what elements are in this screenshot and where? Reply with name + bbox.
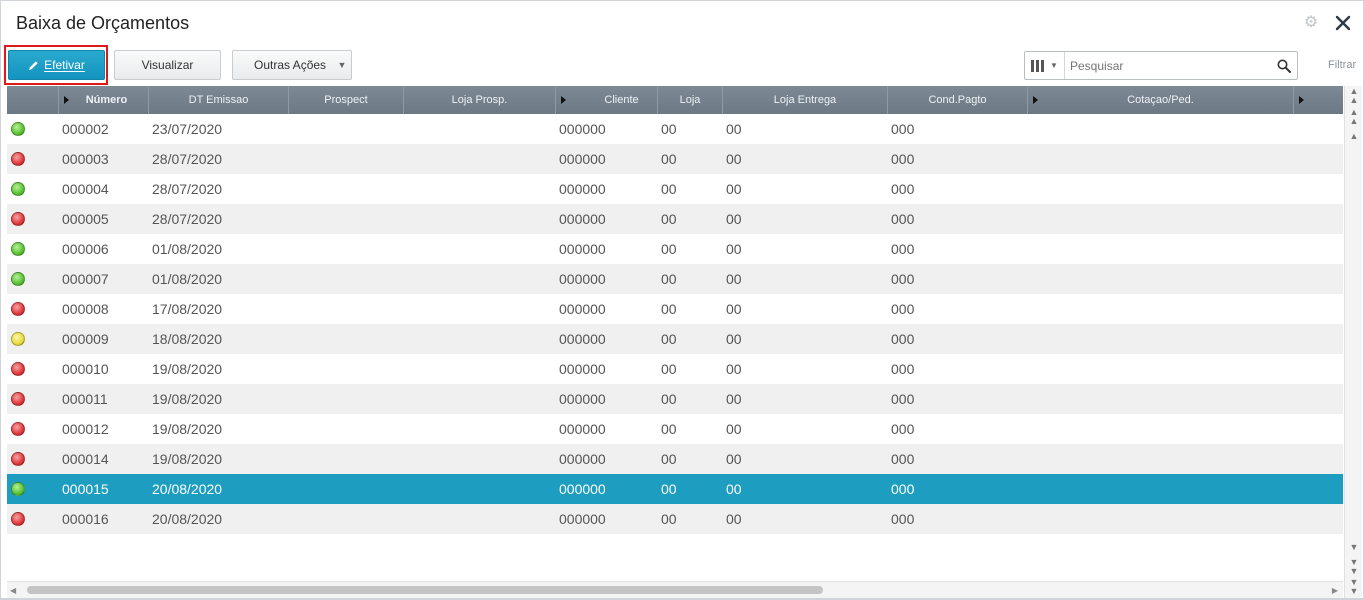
visualizar-button[interactable]: Visualizar bbox=[114, 50, 221, 80]
efetivar-button[interactable]: Efetivar bbox=[8, 50, 105, 80]
column-header-prospect[interactable]: Prospect bbox=[289, 86, 404, 114]
column-header-cliente[interactable]: Cliente bbox=[556, 86, 658, 114]
table-row[interactable]: 000003 28/07/2020 000000 00 00 000 bbox=[7, 144, 1343, 174]
vertical-scrollbar[interactable]: ▲ ▲ ▲ ▲ ▲ ▼ ▼ ▼ ▼ ▼ bbox=[1344, 86, 1362, 598]
scroll-page-up-icon[interactable]: ▲ ▲ bbox=[1345, 108, 1363, 126]
column-header-cotacao-ped[interactable]: Cotaçao/Ped. bbox=[1028, 86, 1294, 114]
gear-icon[interactable]: ⚙ bbox=[1303, 15, 1319, 31]
visualizar-label: Visualizar bbox=[141, 58, 194, 72]
outras-acoes-label: Outras Ações bbox=[254, 58, 327, 72]
column-header-cond-pagto[interactable]: Cond.Pagto bbox=[888, 86, 1028, 114]
status-dot-icon bbox=[11, 392, 25, 406]
status-dot-icon bbox=[11, 122, 25, 136]
column-arrow-icon bbox=[64, 96, 69, 104]
table-row[interactable]: 000006 01/08/2020 000000 00 00 000 bbox=[7, 234, 1343, 264]
table-row[interactable]: 000016 20/08/2020 000000 00 00 000 bbox=[7, 504, 1343, 534]
table-row[interactable]: 000011 19/08/2020 000000 00 00 000 bbox=[7, 384, 1343, 414]
status-dot-icon bbox=[11, 362, 25, 376]
table-row[interactable]: 000010 19/08/2020 000000 00 00 000 bbox=[7, 354, 1343, 384]
scroll-thumb[interactable] bbox=[27, 586, 823, 594]
scroll-page-down-icon[interactable]: ▼ ▼ bbox=[1345, 558, 1363, 576]
chevron-down-icon[interactable]: ▼ bbox=[333, 51, 351, 79]
status-dot-icon bbox=[11, 272, 25, 286]
column-header-loja-prosp[interactable]: Loja Prosp. bbox=[404, 86, 556, 114]
search-box: ▼ bbox=[1024, 51, 1298, 80]
status-dot-icon bbox=[11, 452, 25, 466]
table-row[interactable]: 000007 01/08/2020 000000 00 00 000 bbox=[7, 264, 1343, 294]
scroll-top-icon[interactable]: ▲ ▲ bbox=[1345, 87, 1363, 105]
grid-header: Número DT Emissao Prospect Loja Prosp. C… bbox=[7, 86, 1343, 114]
table-row-selected[interactable]: 000015 20/08/2020 000000 00 00 000 bbox=[7, 474, 1343, 504]
window: Baixa de Orçamentos ⚙ Efetivar Visualiza… bbox=[0, 0, 1364, 600]
column-header-loja[interactable]: Loja bbox=[658, 86, 723, 114]
status-dot-icon bbox=[11, 332, 25, 346]
column-header-loja-entrega[interactable]: Loja Entrega bbox=[723, 86, 888, 114]
columns-icon[interactable]: ▼ bbox=[1025, 52, 1065, 79]
horizontal-scrollbar[interactable]: ◀ ▶ bbox=[7, 581, 1343, 598]
status-dot-icon bbox=[11, 422, 25, 436]
table-row[interactable]: 000008 17/08/2020 000000 00 00 000 bbox=[7, 294, 1343, 324]
search-icon[interactable] bbox=[1271, 59, 1297, 73]
column-header-dt-emissao[interactable]: DT Emissao bbox=[149, 86, 289, 114]
column-arrow-icon bbox=[1299, 96, 1304, 104]
status-dot-icon bbox=[11, 482, 25, 496]
column-arrow-icon bbox=[1033, 96, 1038, 104]
pencil-icon bbox=[29, 60, 38, 70]
table-row[interactable]: 000014 19/08/2020 000000 00 00 000 bbox=[7, 444, 1343, 474]
chevron-down-icon[interactable]: ▼ bbox=[1050, 61, 1058, 70]
search-input[interactable] bbox=[1065, 52, 1271, 79]
table-row[interactable]: 000009 18/08/2020 000000 00 00 000 bbox=[7, 324, 1343, 354]
column-header-numero[interactable]: Número bbox=[59, 86, 149, 114]
status-dot-icon bbox=[11, 212, 25, 226]
status-dot-icon bbox=[11, 302, 25, 316]
table-row[interactable]: 000004 28/07/2020 000000 00 00 000 bbox=[7, 174, 1343, 204]
column-arrow-icon bbox=[561, 96, 566, 104]
scroll-left-icon[interactable]: ◀ bbox=[10, 586, 16, 595]
scroll-down-icon[interactable]: ▼ bbox=[1345, 538, 1363, 556]
table-row[interactable]: 000005 28/07/2020 000000 00 00 000 bbox=[7, 204, 1343, 234]
data-grid: Número DT Emissao Prospect Loja Prosp. C… bbox=[7, 86, 1343, 581]
efetivar-label: Efetivar bbox=[44, 58, 85, 72]
table-row[interactable]: 000012 19/08/2020 000000 00 00 000 bbox=[7, 414, 1343, 444]
status-dot-icon bbox=[11, 512, 25, 526]
column-header-more[interactable] bbox=[1294, 86, 1343, 114]
scroll-bottom-icon[interactable]: ▼ ▼ bbox=[1345, 578, 1363, 596]
scroll-right-icon[interactable]: ▶ bbox=[1332, 586, 1338, 595]
filter-link[interactable]: Filtrar bbox=[1328, 59, 1356, 71]
scroll-up-icon[interactable]: ▲ bbox=[1345, 127, 1363, 145]
status-dot-icon bbox=[11, 152, 25, 166]
table-row[interactable]: 000002 23/07/2020 000000 00 00 000 bbox=[7, 114, 1343, 144]
status-dot-icon bbox=[11, 242, 25, 256]
close-icon[interactable] bbox=[1333, 13, 1353, 33]
window-title: Baixa de Orçamentos bbox=[16, 13, 190, 33]
status-column-header[interactable] bbox=[7, 86, 59, 114]
status-dot-icon bbox=[11, 182, 25, 196]
outras-acoes-button[interactable]: Outras Ações ▼ bbox=[232, 50, 352, 80]
